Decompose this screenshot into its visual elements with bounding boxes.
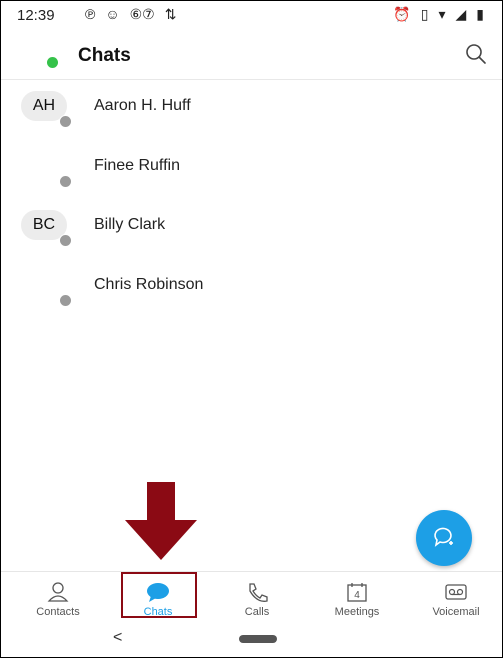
notification-count-icon: ⑥⑦ [129, 6, 155, 22]
alarm-icon: ⏰ [393, 6, 411, 22]
app-screen: 12:39 ℗ ☺ ⑥⑦ ⇅ ⏰ ▯ ▾ ◢ ▮ Chats AH Aaron … [0, 0, 503, 658]
status-icons-right: ⏰ ▯ ▾ ◢ ▮ [393, 6, 484, 23]
presence-status-dot [59, 234, 72, 247]
status-time: 12:39 [17, 7, 55, 24]
tab-contacts[interactable]: Contacts [13, 572, 103, 624]
pinterest-icon: ℗ [85, 6, 96, 22]
chat-name: Billy Clark [94, 216, 166, 233]
search-icon [466, 44, 486, 64]
presence-status-dot [59, 294, 72, 307]
page-title: Chats [78, 45, 131, 66]
chat-name: Chris Robinson [94, 276, 204, 293]
chat-row-finee-ruffin[interactable]: Finee Ruffin [1, 153, 502, 211]
chat-name: Aaron H. Huff [94, 97, 191, 114]
chat-name: Finee Ruffin [94, 157, 180, 174]
battery-icon: ▮ [476, 6, 484, 22]
tab-label: Voicemail [432, 606, 480, 618]
app-header: Chats [1, 31, 502, 80]
new-chat-button[interactable] [416, 510, 472, 566]
annotation-highlight-box [121, 572, 197, 618]
back-button[interactable]: < [113, 629, 122, 647]
bottom-tab-bar: Contacts Chats Calls 4 Meetings Voicemai… [1, 571, 502, 624]
new-chat-icon [434, 527, 453, 547]
tab-label: Meetings [334, 606, 380, 618]
tab-label: Calls [244, 606, 270, 618]
signal-icon: ◢ [455, 6, 467, 22]
vibrate-icon: ▯ [420, 6, 429, 22]
calendar-icon: 4 [347, 583, 367, 602]
status-bar: 12:39 ℗ ☺ ⑥⑦ ⇅ ⏰ ▯ ▾ ◢ ▮ [1, 1, 502, 31]
voicemail-icon [445, 584, 467, 600]
voicemail-badge-icon: ☺ [105, 6, 120, 22]
tab-calls[interactable]: Calls [212, 572, 302, 624]
presence-status-dot[interactable] [47, 57, 58, 68]
search-button[interactable] [464, 42, 488, 66]
presence-status-dot [59, 175, 72, 188]
network-activity-icon: ⇅ [164, 6, 177, 22]
presence-status-dot [59, 115, 72, 128]
meetings-badge: 4 [354, 590, 360, 601]
chat-row-aaron-h-huff[interactable]: AH Aaron H. Huff [1, 91, 502, 151]
home-button[interactable] [239, 635, 277, 643]
phone-icon [249, 583, 268, 602]
contacts-icon [47, 582, 69, 602]
chat-row-chris-robinson[interactable]: Chris Robinson [1, 272, 502, 330]
status-icons-left: ℗ ☺ ⑥⑦ ⇅ [85, 6, 176, 23]
chat-row-billy-clark[interactable]: BC Billy Clark [1, 210, 502, 270]
annotation-arrow [125, 482, 197, 560]
tab-label: Contacts [36, 606, 80, 618]
system-nav-bar: < [1, 623, 502, 657]
tab-voicemail[interactable]: Voicemail [411, 572, 501, 624]
tab-meetings[interactable]: 4 Meetings [312, 572, 402, 624]
wifi-icon: ▾ [438, 6, 446, 22]
